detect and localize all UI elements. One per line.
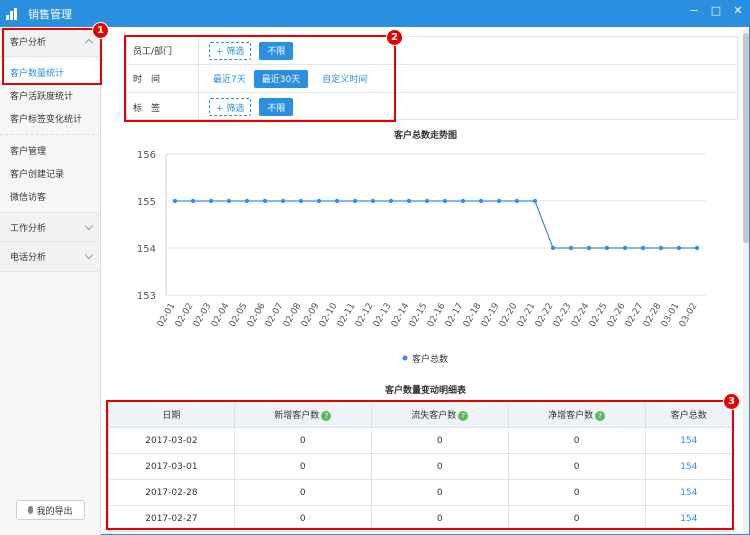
microphone-icon bbox=[28, 506, 34, 514]
annotation-box-1 bbox=[2, 28, 102, 85]
annotation-box-3 bbox=[106, 400, 734, 530]
sidebar-item-customer-tag-change[interactable]: 客户标签变化统计 bbox=[0, 107, 100, 130]
title-bar: 销售管理 − □ ✕ bbox=[0, 0, 750, 27]
minimize-icon[interactable]: − bbox=[688, 4, 700, 17]
sidebar-group-work-analysis[interactable]: 工作分析 bbox=[0, 212, 100, 242]
annotation-box-2 bbox=[124, 35, 396, 122]
scrollbar-thumb[interactable] bbox=[743, 33, 749, 243]
my-export-button[interactable]: 我的导出 bbox=[16, 500, 85, 520]
window-title: 销售管理 bbox=[28, 7, 72, 21]
annotation-badge-3: 3 bbox=[723, 393, 740, 410]
sidebar-item-customer-create-log[interactable]: 客户创建记录 bbox=[0, 162, 100, 185]
sidebar-item-wechat-visitor[interactable]: 微信访客 bbox=[0, 185, 100, 208]
sidebar-divider bbox=[0, 134, 100, 135]
chevron-down-icon bbox=[84, 221, 94, 231]
annotation-badge-1: 1 bbox=[92, 22, 109, 39]
export-label: 我的导出 bbox=[36, 506, 73, 517]
sidebar-group-phone-analysis[interactable]: 电话分析 bbox=[0, 242, 100, 272]
sidebar-item-customer-activity[interactable]: 客户活跃度统计 bbox=[0, 84, 100, 107]
sidebar-group-label: 工作分析 bbox=[10, 223, 47, 234]
close-icon[interactable]: ✕ bbox=[732, 4, 744, 17]
maximize-icon[interactable]: □ bbox=[710, 4, 722, 17]
chart-title: 客户总数走势图 bbox=[393, 131, 457, 141]
scrollbar[interactable] bbox=[743, 29, 749, 534]
sidebar-item-customer-manage[interactable]: 客户管理 bbox=[0, 139, 100, 162]
table-title: 客户数量变动明细表 bbox=[384, 386, 466, 396]
sidebar: 客户分析 客户数量统计 客户活跃度统计 客户标签变化统计 客户管理 客户创建记录… bbox=[0, 27, 101, 535]
annotation-badge-2: 2 bbox=[386, 29, 403, 46]
bar-chart-icon bbox=[6, 7, 20, 20]
sidebar-group-label: 电话分析 bbox=[10, 253, 47, 263]
chevron-down-icon bbox=[84, 250, 94, 260]
